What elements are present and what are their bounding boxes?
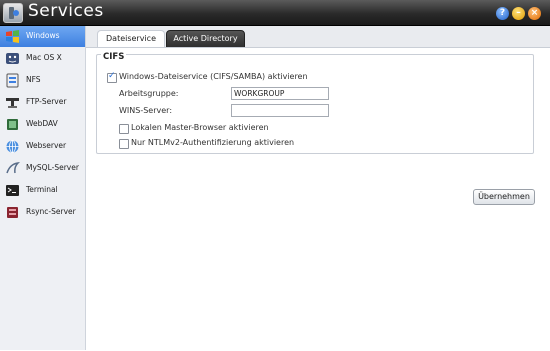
sidebar-item-mac-os-x[interactable]: Mac OS X (0, 48, 85, 69)
minimize-icon[interactable]: – (512, 7, 525, 20)
sidebar-item-nfs[interactable]: NFS (0, 70, 85, 91)
ntlmv2-checkbox[interactable] (119, 139, 129, 149)
mac-icon (5, 51, 20, 66)
sidebar-item-label: NFS (26, 75, 41, 84)
windows-icon (5, 29, 20, 44)
sidebar-item-label: Mac OS X (26, 53, 62, 62)
sidebar-item-terminal[interactable]: Terminal (0, 180, 85, 201)
sidebar-item-label: MySQL-Server (26, 163, 79, 172)
main-content: Dateiservice Active Directory CIFS Windo… (86, 26, 550, 351)
terminal-icon (5, 183, 20, 198)
sidebar-item-ftp-server[interactable]: FTP-Server (0, 92, 85, 113)
sidebar: Windows Mac OS X NFS FTP-Server WebDAV W… (0, 26, 86, 350)
sidebar-item-webserver[interactable]: Webserver (0, 136, 85, 157)
cifs-legend: CIFS (101, 52, 127, 62)
rsync-icon (5, 205, 20, 220)
wins-server-label: WINS-Server: (119, 106, 173, 115)
help-icon[interactable]: ? (496, 7, 509, 20)
apply-button[interactable]: Übernehmen (473, 189, 535, 205)
close-icon[interactable]: × (528, 7, 541, 20)
tab-panel: CIFS Windows-Dateiservice (CIFS/SAMBA) a… (86, 47, 550, 351)
sidebar-item-label: Windows (26, 31, 60, 40)
sidebar-item-label: FTP-Server (26, 97, 67, 106)
wins-server-input[interactable] (231, 104, 329, 117)
title-bar: Services ? – × (0, 0, 550, 26)
webserver-icon (5, 139, 20, 154)
services-app-icon (3, 3, 23, 23)
sidebar-item-webdav[interactable]: WebDAV (0, 114, 85, 135)
sidebar-item-label: Terminal (26, 185, 58, 194)
tab-active-directory[interactable]: Active Directory (166, 30, 245, 48)
workgroup-label: Arbeitsgruppe: (119, 89, 179, 98)
ftp-icon (5, 95, 20, 110)
enable-cifs-label: Windows-Dateiservice (CIFS/SAMBA) aktivi… (119, 72, 308, 81)
sidebar-item-label: Webserver (26, 141, 67, 150)
mysql-icon (5, 161, 21, 176)
sidebar-item-label: Rsync-Server (26, 207, 76, 216)
sidebar-item-windows[interactable]: Windows (0, 26, 85, 47)
sidebar-item-mysql-server[interactable]: MySQL-Server (0, 158, 85, 179)
webdav-icon (5, 117, 20, 132)
sidebar-item-rsync-server[interactable]: Rsync-Server (0, 202, 85, 223)
workgroup-input[interactable]: WORKGROUP (231, 87, 329, 100)
master-browser-checkbox[interactable] (119, 124, 129, 134)
window-title: Services (28, 1, 104, 21)
ntlmv2-label: Nur NTLMv2-Authentifizierung aktivieren (131, 138, 295, 147)
enable-cifs-checkbox[interactable] (107, 71, 117, 83)
sidebar-item-label: WebDAV (26, 119, 58, 128)
nfs-icon (5, 73, 20, 88)
master-browser-label: Lokalen Master-Browser aktivieren (131, 123, 269, 132)
tab-dateiservice[interactable]: Dateiservice (97, 30, 165, 47)
